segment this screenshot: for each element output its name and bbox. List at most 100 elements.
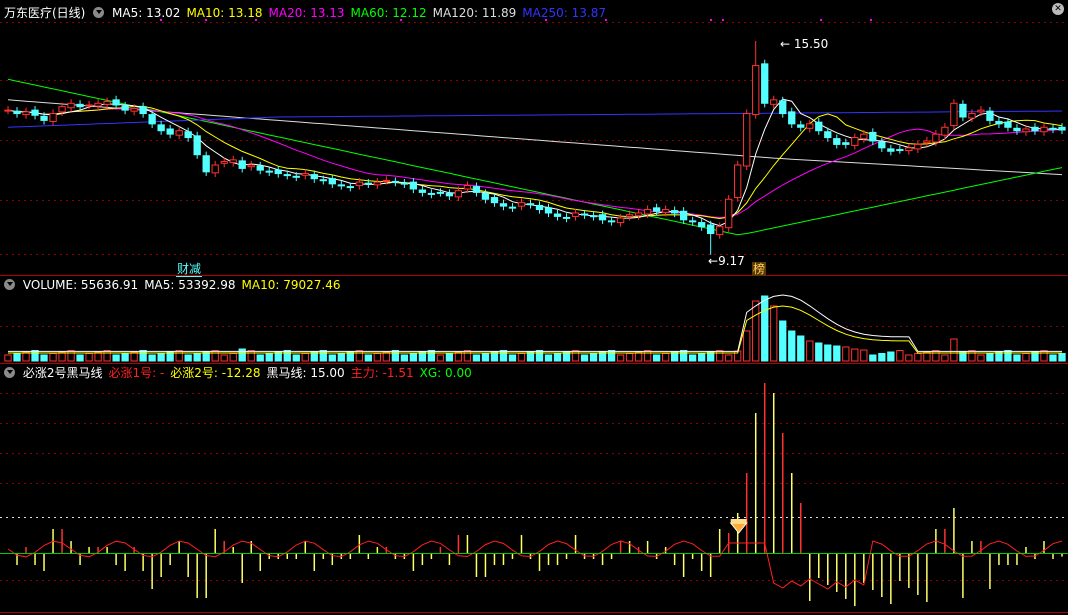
low-price-label: ←9.17 — [708, 254, 745, 268]
candle-body — [436, 191, 445, 194]
volume-bar — [770, 305, 778, 362]
volume-bar — [589, 353, 598, 362]
volume-bar — [842, 346, 850, 362]
event-tag-left[interactable]: 财减 — [176, 262, 203, 277]
candle-body — [265, 170, 273, 173]
volume-bar — [815, 342, 823, 362]
volume-bar — [157, 353, 165, 362]
volume-bar — [238, 348, 246, 362]
candle-body — [896, 149, 904, 152]
candle-body — [589, 215, 598, 218]
candle-body — [220, 161, 228, 164]
volume-bar — [553, 353, 562, 362]
event-tag-right[interactable]: 榜 — [752, 262, 767, 276]
candle-body — [490, 197, 499, 204]
candle-body — [761, 63, 769, 104]
volume-bar — [716, 350, 724, 362]
volume-bar — [184, 354, 192, 362]
volume-bar — [914, 353, 922, 362]
candle-body — [94, 102, 102, 107]
volume-bar — [148, 354, 156, 362]
volume-bar — [797, 335, 805, 362]
volume-bar — [752, 300, 760, 362]
candle-body — [851, 137, 859, 146]
price-legend-bar: 万东医疗(日线) MA5: 13.02 MA10: 13.18 MA20: 13.1… — [0, 3, 618, 23]
volume-bar — [1013, 354, 1021, 362]
indicator-panel-menu-icon[interactable] — [4, 367, 15, 378]
candle-body — [427, 192, 436, 195]
candle-body — [238, 160, 246, 169]
volume-bar — [112, 354, 120, 362]
event-marker-dot — [870, 19, 872, 21]
kline-chart-canvas[interactable] — [0, 0, 1068, 615]
volume-bar — [688, 354, 697, 362]
candle-body — [652, 207, 661, 212]
volume-bar — [337, 353, 345, 362]
candle-body — [571, 212, 580, 217]
candle-body — [580, 213, 589, 216]
volume-bar — [896, 350, 904, 362]
candle-body — [941, 126, 949, 136]
volume-legend-item: VOLUME: 55636.91 — [22, 278, 139, 292]
candle-body — [815, 121, 823, 132]
candle-body — [274, 169, 282, 175]
candle-body — [373, 181, 382, 186]
volume-bar — [13, 353, 21, 362]
volume-panel-menu-icon[interactable] — [4, 279, 15, 290]
volume-bar — [661, 353, 670, 362]
candle-body — [130, 107, 138, 112]
volume-bar — [878, 353, 886, 362]
candle-body — [698, 222, 706, 228]
volume-bar — [833, 345, 841, 362]
candle-body — [103, 101, 111, 105]
candle-body — [842, 142, 850, 145]
volume-bar — [517, 353, 526, 362]
candle-body — [670, 210, 679, 214]
candle-body — [247, 164, 255, 168]
volume-bar — [472, 354, 481, 362]
volume-bar — [301, 353, 309, 362]
volume-bar — [103, 350, 111, 362]
volume-bar — [941, 354, 949, 362]
candle-body — [58, 106, 66, 113]
candle-body — [184, 131, 192, 139]
price-panel-menu-icon[interactable] — [93, 7, 105, 18]
volume-bar — [625, 353, 634, 362]
candle-body — [112, 99, 120, 106]
volume-bar — [643, 350, 652, 362]
candle-body — [454, 190, 463, 198]
candle-body — [752, 65, 760, 116]
volume-bar — [373, 353, 382, 362]
volume-bar — [139, 350, 147, 362]
candle-body — [607, 220, 616, 223]
volume-bar — [679, 350, 688, 362]
ma5-line — [7, 98, 1063, 227]
volume-bar — [31, 350, 39, 362]
main-force-line — [7, 540, 1063, 590]
candle-body — [292, 175, 300, 178]
volume-bar — [571, 350, 580, 362]
volume-bar — [49, 353, 57, 362]
volume-bar — [535, 350, 544, 362]
candle-body — [707, 224, 715, 235]
candle-body — [833, 138, 841, 145]
volume-bar — [76, 354, 84, 362]
candle-body — [337, 184, 345, 187]
candle-body — [310, 174, 318, 180]
candle-body — [418, 189, 427, 193]
ma20-line — [7, 108, 1063, 219]
candle-body — [824, 131, 832, 139]
ma-legend: MA5: 13.02 MA10: 13.18 MA20: 13.13 MA60: 12… — [112, 6, 612, 20]
volume-ma5-line — [8, 294, 1062, 352]
ma-legend-item: MA250: 13.87 — [522, 6, 606, 20]
volume-bar — [364, 354, 372, 362]
volume-bar — [436, 354, 445, 362]
volume-bar — [887, 351, 895, 362]
volume-bar — [616, 354, 625, 362]
close-icon[interactable]: ✕ — [1052, 3, 1064, 15]
candle-body — [463, 185, 472, 190]
candle-body — [562, 216, 571, 219]
candle-body — [4, 109, 12, 112]
candle-body — [400, 182, 409, 185]
candle-body — [779, 100, 787, 115]
